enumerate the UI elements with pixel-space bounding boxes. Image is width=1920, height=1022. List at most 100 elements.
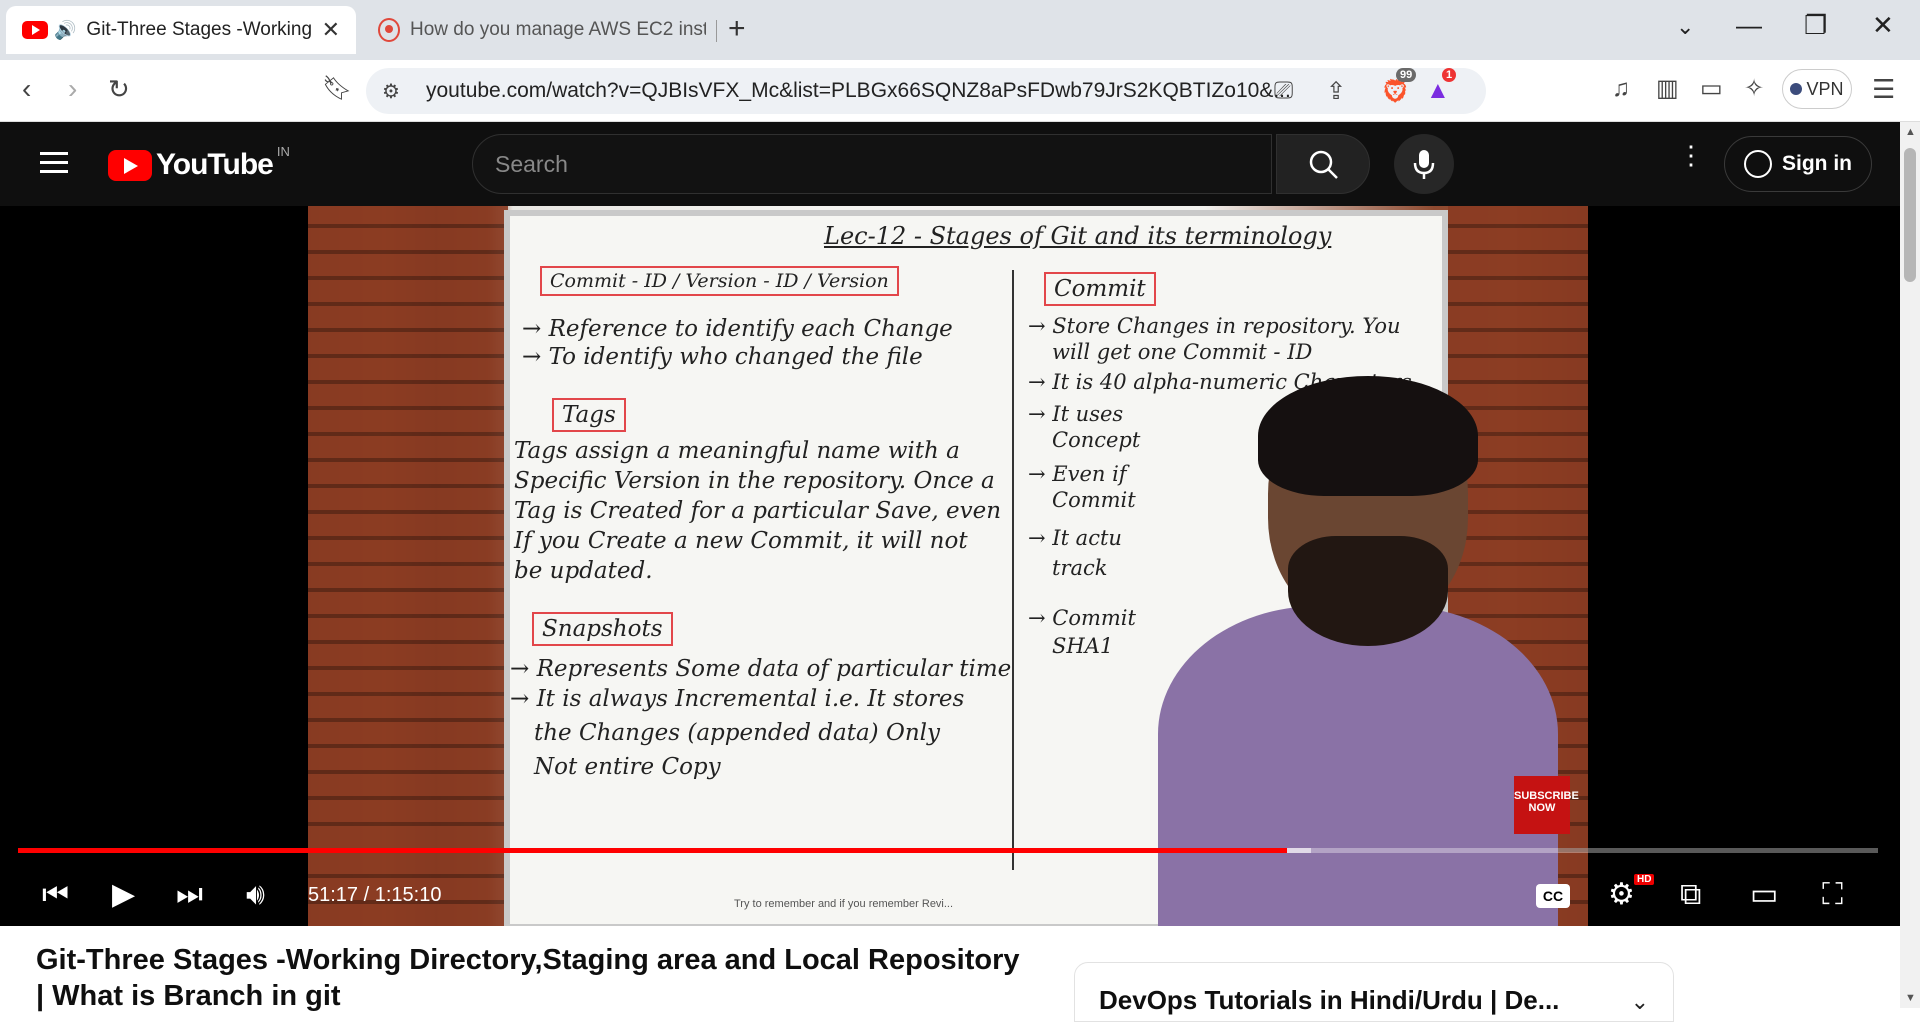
- collapse-chevron-icon[interactable]: ⌄: [1631, 989, 1649, 1015]
- commit-line-9: track: [1052, 556, 1108, 580]
- commit-line-8: → It actu: [1028, 526, 1122, 550]
- vpn-shield-icon: [1790, 83, 1803, 95]
- sign-in-button[interactable]: Sign in: [1724, 136, 1872, 192]
- commit-line-11: SHA1: [1052, 634, 1114, 658]
- account-circle-icon: [1744, 150, 1772, 178]
- tags-line-2: Specific Version in the repository. Once…: [514, 468, 995, 494]
- restore-icon[interactable]: ❐: [1804, 10, 1827, 41]
- voice-search-button[interactable]: [1394, 134, 1454, 194]
- tags-line-4: If you Create a new Commit, it will not: [514, 528, 968, 554]
- brave-favicon-icon: [378, 18, 400, 42]
- presenter-beard: [1288, 536, 1448, 646]
- settings-kebab-icon[interactable]: ⋮: [1678, 142, 1704, 168]
- bookmark-icon[interactable]: 🔖︎: [322, 74, 352, 104]
- country-code: IN: [276, 143, 290, 159]
- miniplayer-icon[interactable]: ⧉: [1680, 878, 1701, 912]
- snapshots-line-4: Not entire Copy: [534, 754, 721, 780]
- tags-line-5: be updated.: [514, 558, 653, 584]
- back-icon[interactable]: ‹: [22, 74, 31, 104]
- minimize-icon[interactable]: —: [1736, 10, 1762, 41]
- progress-played: [18, 848, 1287, 853]
- youtube-masthead: YouTube IN Search ⋮ Sign in: [0, 122, 1900, 206]
- site-settings-icon[interactable]: ⚙: [382, 79, 400, 104]
- time-display: 51:17 / 1:15:10: [308, 884, 441, 907]
- volume-icon[interactable]: 🔊︎: [246, 878, 265, 912]
- scroll-down-arrow-icon[interactable]: ▼: [1905, 992, 1916, 1004]
- tab-aws-ec2[interactable]: How do you manage AWS EC2 insta: [362, 6, 722, 54]
- subtitles-icon[interactable]: CC: [1536, 884, 1570, 908]
- tab-title: Git-Three Stages -Working Di: [86, 19, 314, 40]
- hd-badge: HD: [1634, 874, 1655, 885]
- presenter-hair: [1258, 376, 1478, 496]
- cast-icon[interactable]: ⎚: [1274, 77, 1293, 105]
- close-window-icon[interactable]: ✕: [1872, 10, 1894, 41]
- audio-playing-icon[interactable]: 🔊: [54, 20, 76, 41]
- theater-mode-icon[interactable]: ▭: [1750, 878, 1778, 912]
- sign-in-label: Sign in: [1782, 152, 1852, 175]
- new-tab-icon[interactable]: +: [728, 14, 746, 44]
- vpn-button[interactable]: VPN: [1782, 69, 1852, 109]
- tab-search-chevron-icon[interactable]: ⌄: [1676, 14, 1694, 40]
- youtube-wordmark: YouTube: [156, 148, 274, 181]
- snapshots-line-2: → It is always Incremental i.e. It store…: [510, 686, 965, 712]
- commit-line-10: → Commit: [1028, 606, 1136, 630]
- scroll-up-arrow-icon[interactable]: ▲: [1905, 126, 1916, 138]
- youtube-logo[interactable]: YouTube IN: [108, 144, 290, 182]
- commit-line-1: → Store Changes in repository. You: [1028, 314, 1401, 338]
- box-snapshots: Snapshots: [532, 612, 673, 646]
- url-text[interactable]: youtube.com/watch?v=QJBIsVFX_Mc&list=PLB…: [426, 79, 1291, 103]
- tab-separator: [716, 20, 717, 42]
- playlist-panel[interactable]: DevOps Tutorials in Hindi/Urdu | De... ⌄: [1074, 962, 1674, 1022]
- commit-line-5: Concept: [1052, 428, 1141, 452]
- commit-line-7: Commit: [1052, 488, 1136, 512]
- youtube-favicon-icon: [22, 21, 48, 39]
- leo-ai-icon[interactable]: ✧: [1744, 74, 1764, 104]
- tags-line-3: Tag is Created for a particular Save, ev…: [514, 498, 1002, 524]
- close-tab-icon[interactable]: ✕: [322, 17, 340, 43]
- subscribe-now-badge[interactable]: SUBSCRIBE NOW: [1514, 776, 1579, 834]
- forward-icon[interactable]: ›: [68, 74, 77, 104]
- menu-icon[interactable]: ☰: [1872, 74, 1895, 104]
- media-icon[interactable]: ♫: [1612, 74, 1630, 104]
- search-input[interactable]: Search: [472, 134, 1272, 194]
- search-icon: [1309, 150, 1338, 179]
- wallet-icon[interactable]: ▭: [1700, 74, 1723, 104]
- progress-bar[interactable]: [18, 848, 1878, 853]
- tab-title: How do you manage AWS EC2 insta: [410, 19, 706, 40]
- snapshots-line-3: the Changes (appended data) Only: [534, 720, 940, 746]
- whiteboard-heading: Lec-12 - Stages of Git and its terminolo…: [824, 222, 1332, 250]
- vpn-label: VPN: [1806, 78, 1844, 99]
- video-player[interactable]: Lec-12 - Stages of Git and its terminolo…: [0, 206, 1900, 926]
- video-title: Git-Three Stages -Working Directory,Stag…: [36, 944, 1020, 1012]
- tags-line-1: Tags assign a meaningful name with a: [514, 438, 960, 464]
- scrollbar-thumb[interactable]: [1904, 148, 1916, 282]
- play-icon[interactable]: ▶: [112, 878, 135, 912]
- address-bar[interactable]: ⚙ youtube.com/watch?v=QJBIsVFX_Mc&list=P…: [366, 68, 1486, 114]
- commit-line-4: → It uses: [1028, 402, 1124, 426]
- share-icon[interactable]: ⇪: [1326, 77, 1346, 106]
- time-separator: /: [358, 884, 375, 906]
- page-scrollbar[interactable]: ▲ ▼: [1900, 122, 1920, 1008]
- sidebar-icon[interactable]: ▥: [1656, 74, 1679, 104]
- video-frame[interactable]: Lec-12 - Stages of Git and its terminolo…: [308, 206, 1588, 926]
- guide-menu-icon[interactable]: [40, 152, 68, 174]
- commit-line-6: → Even if: [1028, 462, 1127, 486]
- box-tags: Tags: [552, 398, 626, 432]
- microphone-icon: [1413, 150, 1435, 179]
- tab-strip: 🔊 Git-Three Stages -Working Di ✕ How do …: [0, 0, 1920, 60]
- box-commit: Commit: [1044, 272, 1156, 306]
- next-video-icon[interactable]: ⏭︎: [176, 878, 203, 912]
- presenter: [1138, 376, 1558, 926]
- previous-video-icon[interactable]: ⏮︎: [42, 878, 69, 912]
- commit-line-2: will get one Commit - ID: [1052, 340, 1313, 364]
- reload-icon[interactable]: ↻: [108, 74, 130, 104]
- settings-gear-icon[interactable]: ⚙: [1608, 878, 1635, 912]
- playlist-title[interactable]: DevOps Tutorials in Hindi/Urdu | De...: [1099, 985, 1559, 1016]
- whiteboard-divider: [1012, 270, 1014, 870]
- tab-youtube-git[interactable]: 🔊 Git-Three Stages -Working Di ✕: [6, 6, 356, 54]
- search-button[interactable]: [1276, 134, 1370, 194]
- fullscreen-icon[interactable]: ⛶: [1822, 878, 1843, 912]
- player-controls: ⏮︎ ▶ ⏭︎ 🔊︎ 51:17 / 1:15:10 CC ⚙ HD ⧉ ▭ ⛶: [0, 866, 1900, 926]
- rewards-count-badge: 1: [1442, 68, 1457, 82]
- brick-wall-left: [308, 206, 508, 926]
